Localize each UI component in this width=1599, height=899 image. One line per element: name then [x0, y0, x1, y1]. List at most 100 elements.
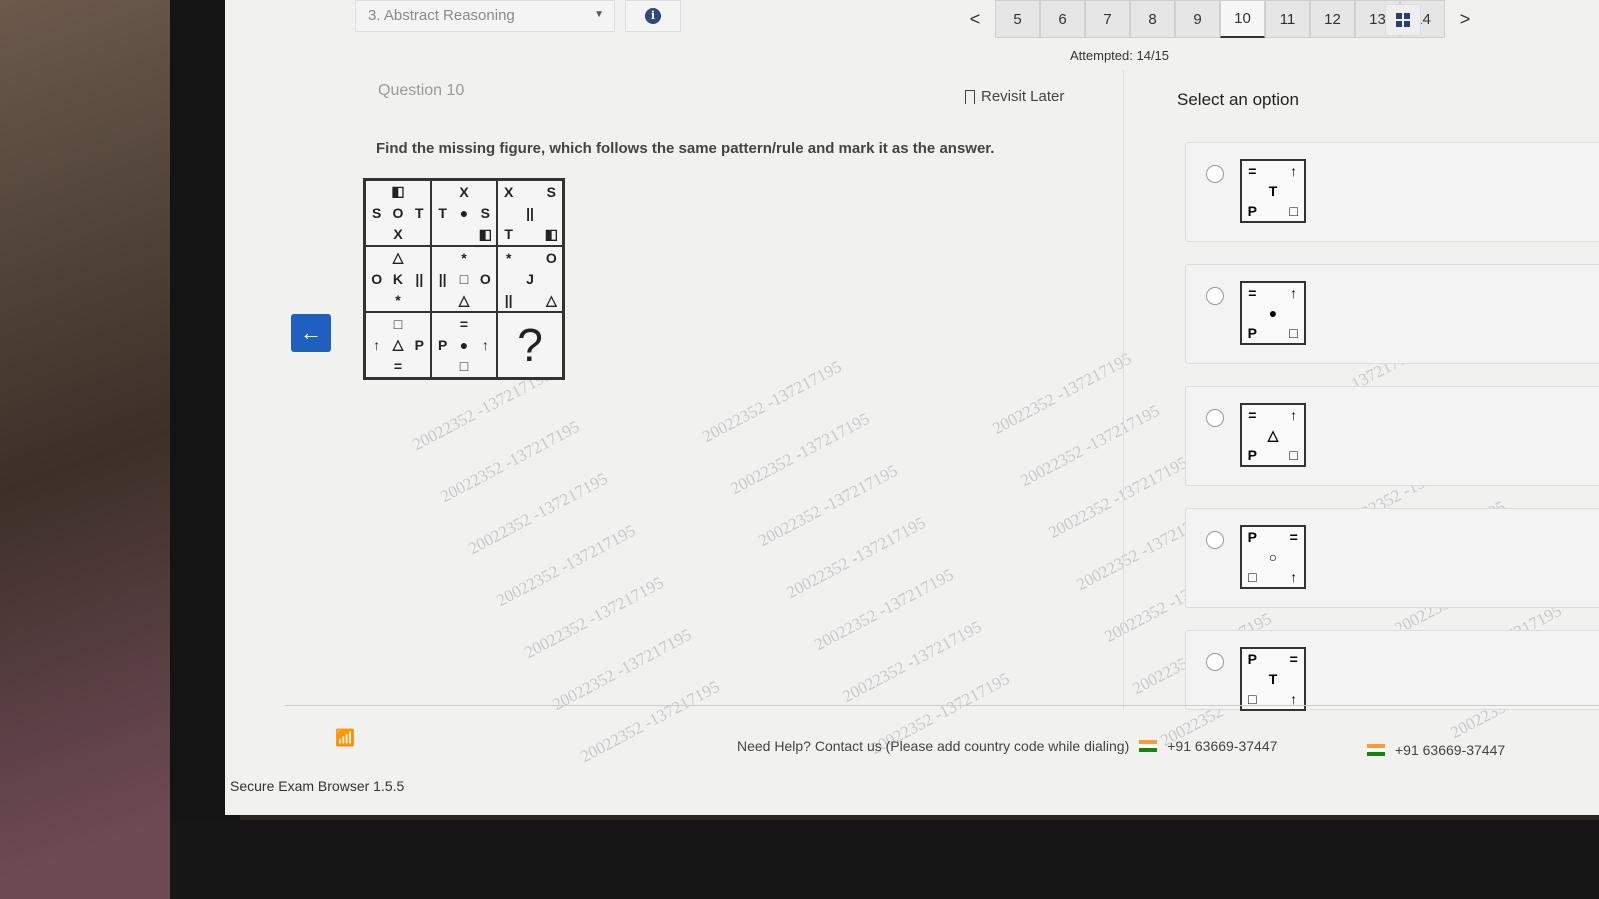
info-button[interactable]: i	[625, 0, 681, 32]
figure-symbol: ↑	[1290, 163, 1298, 179]
figure-symbol: *	[395, 292, 401, 309]
figure-symbol: △	[392, 336, 404, 353]
revisit-later-button[interactable]: Revisit Later	[965, 88, 1064, 105]
option-figure: P = T □ ↑	[1240, 647, 1306, 711]
option-radio[interactable]	[1206, 287, 1224, 305]
attempted-count: Attempted: 14/15	[1070, 48, 1170, 63]
wifi-icon: 📶	[335, 730, 355, 747]
figure-symbol: ●	[1268, 305, 1278, 321]
figure-symbol: T	[438, 204, 447, 221]
question-button-7[interactable]: 7	[1085, 0, 1130, 38]
puzzle-cell: = P ● ↑ □	[431, 312, 497, 378]
option-2[interactable]: = ↑ ● P □	[1185, 264, 1599, 364]
figure-symbol: =	[1289, 529, 1298, 545]
figure-symbol: S	[480, 204, 490, 221]
watermark: 20022352 -137217195	[465, 468, 611, 559]
figure-symbol: △	[458, 291, 470, 308]
figure-symbol: S	[371, 204, 382, 221]
phone-number: +91 63669-37447	[1395, 742, 1506, 758]
option-figure: = ↑ △ P □	[1240, 403, 1306, 467]
option-3[interactable]: = ↑ △ P □	[1185, 386, 1599, 486]
chevron-down-icon: ▼	[594, 9, 604, 20]
figure-symbol: P	[1247, 325, 1257, 341]
figure-symbol: O	[371, 270, 383, 287]
figure-symbol: *	[505, 249, 512, 266]
india-flag-icon	[1139, 740, 1158, 752]
option-4[interactable]: P = ○ □ ↑	[1185, 508, 1599, 608]
figure-symbol: □	[1289, 203, 1298, 219]
browser-version: Secure Exam Browser 1.5.5	[230, 778, 405, 794]
figure-symbol: =	[459, 315, 469, 332]
info-icon: i	[645, 8, 661, 24]
figure-symbol: O	[545, 249, 557, 266]
figure-symbol: ↑	[1290, 285, 1298, 301]
figure-symbol: P	[1247, 529, 1257, 545]
option-radio[interactable]	[1206, 531, 1224, 549]
watermark: 20022352 -137217195	[727, 408, 873, 499]
figure-symbol: P	[1247, 203, 1257, 219]
figure-symbol: ◧	[478, 225, 492, 242]
watermark: 20022352 -137217195	[437, 416, 583, 507]
figure-symbol: =	[1248, 163, 1257, 179]
figure-symbol: △	[1267, 426, 1279, 443]
question-instruction: Find the missing figure, which follows t…	[376, 140, 995, 157]
back-button[interactable]: ←	[291, 314, 331, 352]
figure-symbol: P	[1247, 651, 1257, 667]
figure-symbol: =	[1289, 651, 1298, 667]
missing-figure-cell: ?	[497, 312, 563, 378]
divider	[285, 705, 1599, 706]
figure-symbol: ↑	[1290, 569, 1298, 585]
option-radio[interactable]	[1206, 165, 1224, 183]
grid-view-button[interactable]	[1385, 4, 1421, 36]
figure-symbol: P	[1247, 447, 1257, 463]
option-radio[interactable]	[1206, 409, 1224, 427]
question-button-9[interactable]: 9	[1175, 0, 1220, 38]
question-button-12[interactable]: 12	[1310, 0, 1355, 38]
figure-symbol: T	[1268, 183, 1278, 199]
select-option-title: Select an option	[1177, 90, 1299, 109]
section-dropdown[interactable]: 3. Abstract Reasoning ▼	[355, 0, 615, 32]
figure-symbol: *	[461, 249, 467, 266]
puzzle-cell: X T ● S ◧	[431, 180, 497, 246]
india-flag-icon	[1367, 744, 1385, 756]
figure-symbol: T	[504, 226, 513, 243]
figure-symbol: ||	[438, 270, 447, 287]
help-label: Need Help? Contact us (Please add countr…	[737, 738, 1130, 754]
puzzle-cell: △ O K || *	[365, 246, 431, 312]
puzzle-cell: * O J || △	[497, 246, 563, 312]
question-button-6[interactable]: 6	[1040, 0, 1085, 38]
watermark: 20022352 -137217195	[521, 572, 667, 663]
section-label: 3. Abstract Reasoning	[368, 7, 515, 24]
watermark: 20022352 -137217195	[783, 512, 929, 603]
question-button-11[interactable]: 11	[1265, 0, 1310, 38]
figure-symbol: ||	[526, 204, 534, 221]
option-radio[interactable]	[1206, 653, 1224, 671]
figure-symbol: P	[414, 336, 424, 353]
figure-symbol: ||	[415, 270, 424, 287]
figure-symbol: ◧	[391, 183, 405, 200]
figure-symbol: T	[1268, 671, 1278, 687]
divider	[1123, 70, 1124, 710]
help-phone-2: +91 63669-37447	[1367, 742, 1505, 758]
figure-symbol: T	[415, 204, 424, 221]
figure-symbol: □	[1289, 447, 1298, 463]
figure-symbol: ○	[1268, 549, 1278, 565]
watermark: 20022352 -137217195	[989, 348, 1135, 439]
figure-symbol: K	[392, 270, 404, 287]
exam-screen: 20022352 -137217195 20022352 -137217195 20…	[225, 0, 1599, 815]
option-figure: = ↑ T P □	[1240, 159, 1306, 223]
figure-symbol: ||	[504, 292, 513, 309]
next-questions-button[interactable]: >	[1445, 9, 1485, 30]
question-button-5[interactable]: 5	[995, 0, 1040, 38]
question-button-10[interactable]: 10	[1220, 0, 1265, 38]
question-button-8[interactable]: 8	[1130, 0, 1175, 38]
figure-symbol: P	[437, 336, 448, 353]
option-5[interactable]: P = T □ ↑	[1185, 630, 1599, 711]
watermark: 20022352 -137217195	[839, 616, 985, 707]
figure-symbol: J	[526, 270, 534, 287]
option-1[interactable]: = ↑ T P □	[1185, 142, 1599, 242]
figure-symbol: O	[392, 204, 404, 221]
figure-symbol: ↑	[373, 336, 381, 353]
prev-questions-button[interactable]: <	[955, 9, 995, 30]
figure-symbol: △	[545, 291, 557, 308]
